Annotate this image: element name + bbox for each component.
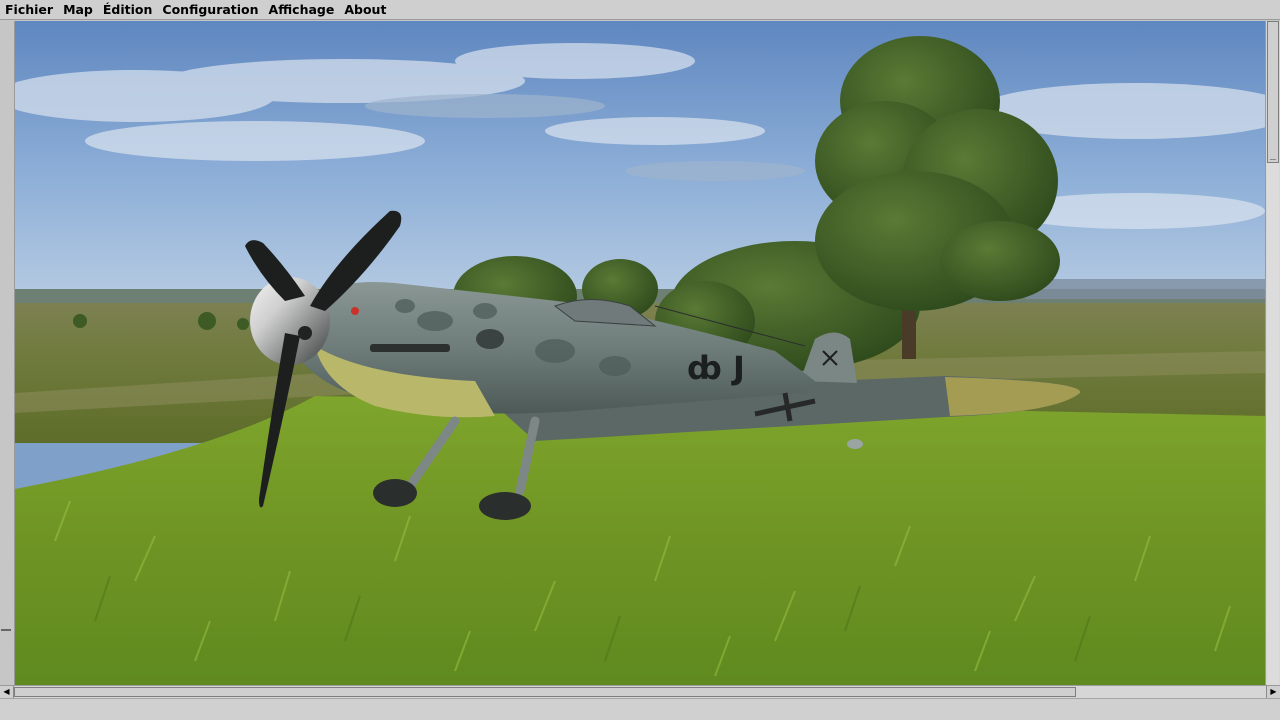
vertical-scrollbar[interactable]	[1265, 21, 1280, 685]
menu-fichier[interactable]: Fichier	[0, 0, 58, 20]
menu-configuration[interactable]: Configuration	[157, 0, 263, 20]
menu-affichage[interactable]: Affichage	[264, 0, 340, 20]
horizontal-scroll-thumb[interactable]	[14, 687, 1076, 697]
menu-map[interactable]: Map	[58, 0, 98, 20]
horizontal-scrollbar[interactable]: ◀ ▶	[0, 685, 1280, 698]
menu-edition[interactable]: Édition	[98, 0, 158, 20]
3d-viewport[interactable]: ȸ J	[15, 21, 1265, 685]
aircraft-code: ȸ J	[687, 349, 745, 387]
scroll-left-arrow-icon[interactable]: ◀	[0, 686, 14, 698]
left-ruler	[0, 21, 15, 685]
scroll-right-arrow-icon[interactable]: ▶	[1266, 686, 1280, 698]
ruler-marker	[1, 629, 11, 631]
scene-render: ȸ J	[15, 21, 1265, 685]
vertical-scroll-thumb[interactable]	[1267, 21, 1279, 163]
menu-about[interactable]: About	[339, 0, 391, 20]
menu-bar: Fichier Map Édition Configuration Affich…	[0, 0, 1280, 20]
status-bar	[0, 698, 1280, 720]
